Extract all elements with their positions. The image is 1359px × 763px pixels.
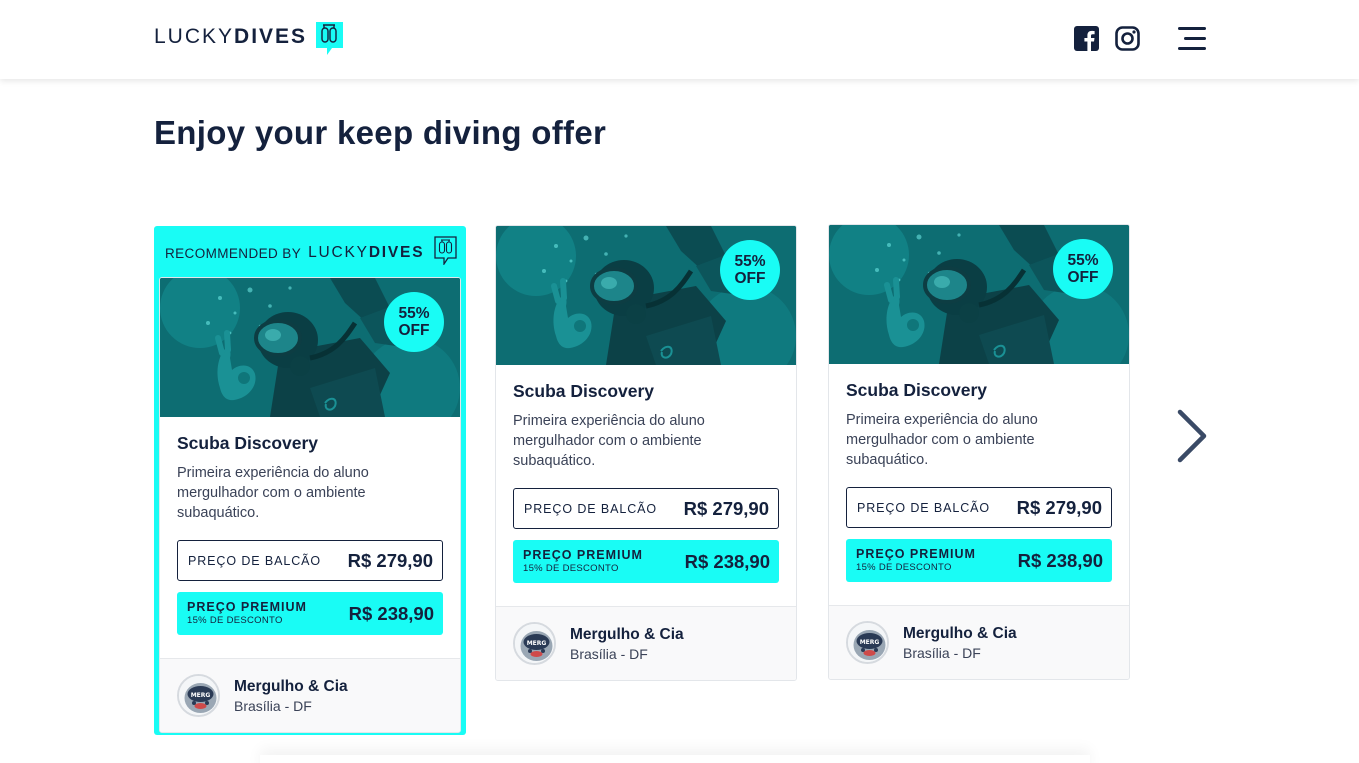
menu-line <box>1184 37 1206 40</box>
diver-photo: 55% OFF <box>496 226 796 365</box>
counter-price-label: PREÇO DE BALCÃO <box>524 501 657 516</box>
school-avatar <box>846 621 889 664</box>
facebook-icon[interactable] <box>1074 26 1099 51</box>
discount-badge: 55% OFF <box>384 292 444 352</box>
hamburger-menu-icon[interactable] <box>1178 26 1208 52</box>
offer-description: Primeira experiência do aluno mergulhado… <box>177 465 369 521</box>
offer-title: Scuba Discovery <box>846 380 988 400</box>
school-avatar <box>513 622 556 665</box>
instagram-icon[interactable] <box>1115 26 1140 51</box>
premium-price-value: R$ 238,90 <box>348 602 434 624</box>
scuba-tank-logo-icon <box>315 20 344 55</box>
offer-title: Scuba Discovery <box>513 381 655 401</box>
school-name: Mergulho & Cia <box>234 677 348 695</box>
premium-discount-label: 15% DE DESCONTO <box>856 562 952 573</box>
premium-price-box[interactable]: PREÇO PREMIUM 15% DE DESCONTO R$ 238,90 <box>846 539 1112 582</box>
counter-price-label: PREÇO DE BALCÃO <box>857 500 990 515</box>
diver-photo: 55% OFF <box>160 278 460 417</box>
diver-photo: 55% OFF <box>829 225 1129 364</box>
counter-price-value: R$ 279,90 <box>347 549 433 571</box>
counter-price-box: PREÇO DE BALCÃO R$ 279,90 <box>846 487 1112 528</box>
scuba-tank-logo-icon <box>434 236 457 267</box>
school-name: Mergulho & Cia <box>570 625 684 643</box>
section-divider-shadow <box>260 755 1090 763</box>
premium-price-value: R$ 238,90 <box>684 550 770 572</box>
dive-school-info[interactable]: Mergulho & Cia Brasília - DF <box>160 658 460 732</box>
luckydives-logo[interactable]: LUCKYDIVES <box>154 18 344 56</box>
premium-price-label: PREÇO PREMIUM <box>856 547 976 561</box>
counter-price-box: PREÇO DE BALCÃO R$ 279,90 <box>177 540 443 581</box>
recommended-logo-wordmark: LUCKYDIVES <box>308 244 425 261</box>
top-navbar: LUCKYDIVES <box>0 0 1359 79</box>
offer-description: Primeira experiência do aluno mergulhado… <box>513 413 705 469</box>
discount-badge: 55% OFF <box>1053 239 1113 299</box>
counter-price-label: PREÇO DE BALCÃO <box>188 553 321 568</box>
carousel-next-chevron-icon[interactable] <box>1172 407 1212 465</box>
dive-school-info[interactable]: Mergulho & Cia Brasília - DF <box>829 605 1129 679</box>
offer-title: Scuba Discovery <box>177 433 319 453</box>
school-avatar <box>177 674 220 717</box>
premium-price-box[interactable]: PREÇO PREMIUM 15% DE DESCONTO R$ 238,90 <box>177 592 443 635</box>
offer-card[interactable]: 55% OFF Scuba Discovery Primeira experiê… <box>159 277 461 733</box>
offer-card[interactable]: 55% OFF Scuba Discovery Primeira experiê… <box>828 224 1130 680</box>
discount-badge: 55% OFF <box>720 240 780 300</box>
school-location: Brasília - DF <box>570 645 648 662</box>
premium-price-box[interactable]: PREÇO PREMIUM 15% DE DESCONTO R$ 238,90 <box>513 540 779 583</box>
premium-discount-label: 15% DE DESCONTO <box>187 615 283 626</box>
premium-price-label: PREÇO PREMIUM <box>187 600 307 614</box>
counter-price-value: R$ 279,90 <box>683 497 769 519</box>
premium-price-value: R$ 238,90 <box>1017 549 1103 571</box>
premium-price-label: PREÇO PREMIUM <box>523 548 643 562</box>
offer-card[interactable]: 55% OFF Scuba Discovery Primeira experiê… <box>495 225 797 681</box>
menu-line <box>1178 27 1206 30</box>
school-name: Mergulho & Cia <box>903 624 1017 642</box>
recommended-offer-frame: RECOMMENDED BY LUCKYDIVES 55% OFF Scuba … <box>154 226 466 735</box>
recommended-by-label: RECOMMENDED BY LUCKYDIVES <box>165 244 425 261</box>
menu-line <box>1178 47 1206 50</box>
premium-discount-label: 15% DE DESCONTO <box>523 563 619 574</box>
counter-price-box: PREÇO DE BALCÃO R$ 279,90 <box>513 488 779 529</box>
offer-description: Primeira experiência do aluno mergulhado… <box>846 412 1038 468</box>
page-title: Enjoy your keep diving offer <box>154 114 607 151</box>
school-location: Brasília - DF <box>234 697 312 714</box>
counter-price-value: R$ 279,90 <box>1016 496 1102 518</box>
dive-school-info[interactable]: Mergulho & Cia Brasília - DF <box>496 606 796 680</box>
logo-wordmark: LUCKYDIVES <box>154 25 308 48</box>
school-location: Brasília - DF <box>903 644 981 661</box>
